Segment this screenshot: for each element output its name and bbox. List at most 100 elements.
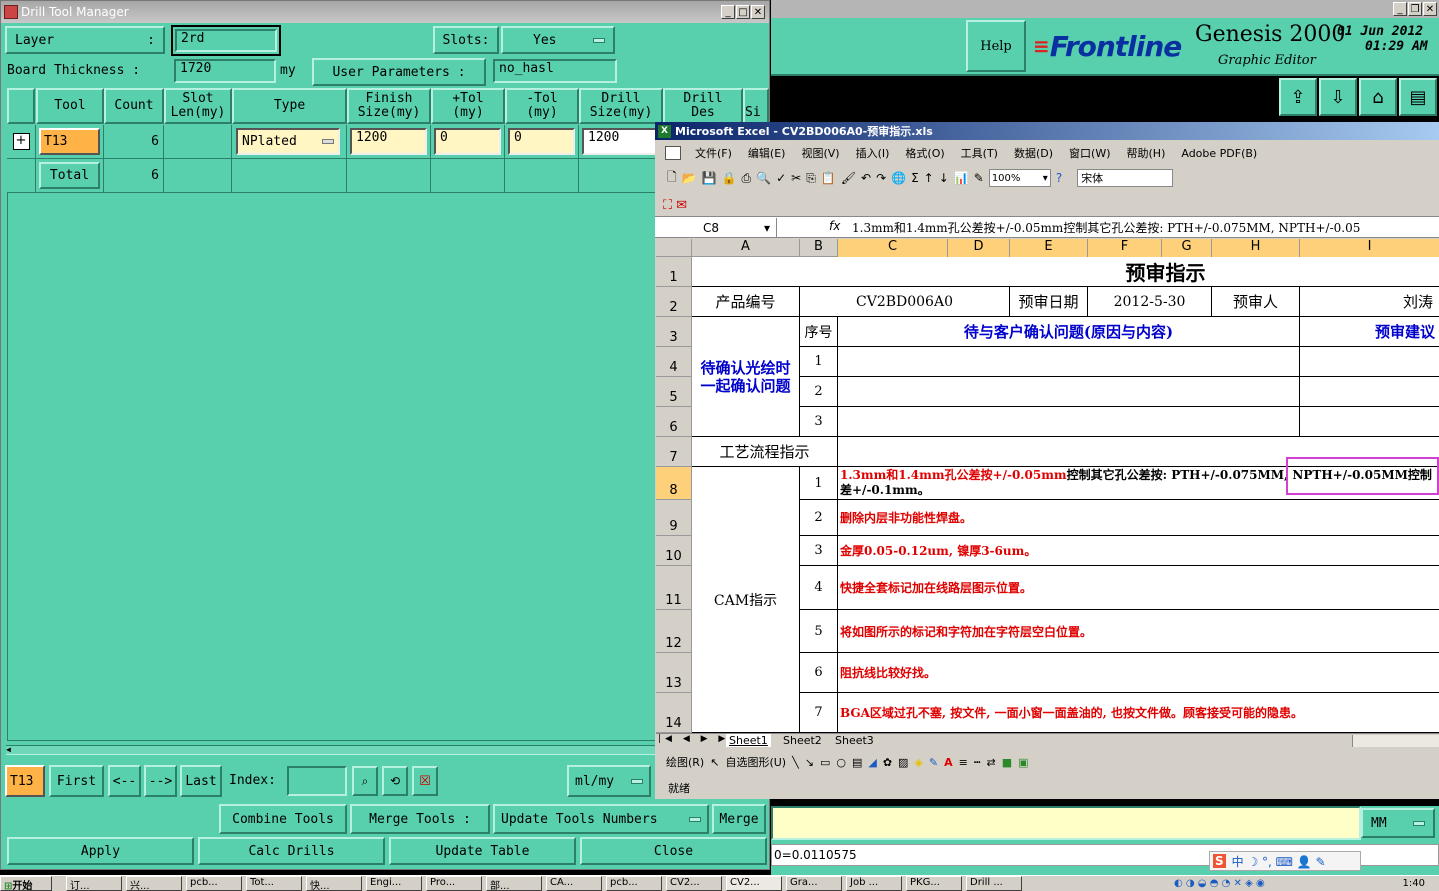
select-objects-icon[interactable]: ↖ [710, 756, 719, 769]
confirm-suggest-2[interactable] [1300, 377, 1439, 407]
paste-icon[interactable]: 📋 [821, 171, 836, 185]
last-button[interactable]: Last [180, 765, 222, 797]
cam-num-6[interactable]: 6 [800, 653, 838, 693]
cam-num-3[interactable]: 3 [800, 536, 838, 566]
mm-unit-select[interactable]: MM [1361, 808, 1435, 838]
scroll-left-icon[interactable]: ◀ [6, 746, 16, 754]
board-thickness-input[interactable]: 1720 [174, 59, 276, 83]
confirm-num-3[interactable]: 3 [800, 407, 838, 437]
copy-icon[interactable]: ⎘ [806, 171, 816, 186]
confirm-suggest-1[interactable] [1300, 347, 1439, 377]
minus-tol-input[interactable]: 0 [508, 128, 575, 155]
row-header-5[interactable]: 5 [656, 377, 692, 407]
col-header-d[interactable]: D [948, 239, 1010, 257]
col-header-i[interactable]: I [1300, 239, 1439, 257]
undo-icon[interactable]: ↶ [861, 171, 871, 185]
help-button[interactable]: Help [966, 20, 1026, 72]
restore-icon[interactable]: ❐ [1408, 2, 1422, 16]
close-icon[interactable]: ✕ [1423, 2, 1437, 16]
col-header-a[interactable]: A [692, 239, 800, 257]
process-label[interactable]: 工艺流程指示 [692, 437, 838, 467]
sheet-tab-2[interactable]: Sheet2 [780, 734, 825, 747]
update-table-button[interactable]: Update Table [389, 837, 576, 865]
taskbar-item[interactable]: Drill ... [966, 876, 1022, 891]
prev-button[interactable]: <-- [108, 765, 141, 797]
home-icon[interactable]: ⌂ [1359, 78, 1397, 116]
row-header-14[interactable]: 14 [656, 693, 692, 733]
drawing-icon[interactable]: ✎ [974, 171, 984, 185]
row-header-2[interactable]: 2 [656, 287, 692, 317]
chart-icon[interactable]: 📊 [954, 171, 969, 185]
arrow-style-icon[interactable]: ⇄ [987, 756, 996, 769]
picture-icon[interactable]: ▨ [898, 756, 908, 769]
taskbar-item[interactable]: 订... [66, 876, 122, 891]
open-icon[interactable]: 📂 [682, 171, 697, 185]
unit-select[interactable]: ml/my [567, 765, 651, 797]
row-header-12[interactable]: 12 [656, 610, 692, 653]
close-icon[interactable]: ✕ [751, 5, 765, 19]
menu-edit[interactable]: 编辑(E) [740, 145, 794, 161]
taskbar-item[interactable]: PKG... [906, 876, 962, 891]
taskbar-item[interactable]: pcb... [186, 876, 242, 891]
review-date-label[interactable]: 预审日期 [1010, 287, 1088, 317]
line-icon[interactable]: ╲ [792, 756, 799, 769]
cam-num-7[interactable]: 7 [800, 693, 838, 733]
ime-mode-icon[interactable]: 中 ☽ °, ⌨ 👤 ✎ [1232, 853, 1326, 870]
pdf-convert-icon[interactable]: ⛶ [663, 198, 672, 213]
confirm-num-1[interactable]: 1 [800, 347, 838, 377]
col-header-c[interactable]: C [838, 239, 948, 257]
row-header-4[interactable]: 4 [656, 347, 692, 377]
merge-button[interactable]: Merge [712, 804, 766, 834]
confirm-content-3[interactable] [838, 407, 1300, 437]
expand-icon[interactable]: + [12, 133, 30, 150]
refresh-icon[interactable]: ⟲ [382, 766, 408, 796]
save-icon[interactable]: ⇩ [1319, 78, 1357, 116]
open-job-icon[interactable]: ⇪ [1279, 78, 1317, 116]
textbox-icon[interactable]: ▤ [852, 756, 862, 769]
menu-file[interactable]: 文件(F) [687, 145, 740, 161]
row-header-8[interactable]: 8 [656, 467, 692, 500]
row-header-3[interactable]: 3 [656, 317, 692, 347]
dash-style-icon[interactable]: ┅ [974, 756, 981, 769]
minimize-icon[interactable]: _ [1393, 2, 1407, 16]
finish-size-input[interactable]: 1200 [350, 128, 427, 155]
row-header-7[interactable]: 7 [656, 437, 692, 467]
menu-format[interactable]: 格式(O) [897, 145, 952, 161]
cam-num-1[interactable]: 1 [800, 467, 838, 500]
layer-field[interactable]: 2rd [171, 25, 281, 56]
cam-num-4[interactable]: 4 [800, 566, 838, 610]
row-header-6[interactable]: 6 [656, 407, 692, 437]
drill-size-input[interactable]: 1200 [582, 128, 659, 155]
confirm-header[interactable]: 待与客户确认问题(原因与内容) [838, 317, 1300, 347]
update-tools-numbers-select[interactable]: Update Tools Numbers [493, 804, 709, 834]
delete-icon[interactable]: ☒ [412, 766, 438, 796]
taskbar-item[interactable]: CA... [546, 876, 602, 891]
first-button[interactable]: First [49, 765, 104, 797]
wordart-icon[interactable]: ◢ [868, 756, 876, 769]
taskbar-item[interactable]: 部... [486, 876, 542, 891]
confirm-suggest-3[interactable] [1300, 407, 1439, 437]
sheet-tab-3[interactable]: Sheet3 [832, 734, 877, 747]
row-header-13[interactable]: 13 [656, 653, 692, 693]
type-select[interactable]: NPlated [236, 128, 340, 155]
draw-menu[interactable]: 绘图(R) [666, 754, 704, 770]
cam-item-4[interactable]: 快捷全套标记加在线路层图示位置。 [838, 566, 1439, 610]
taskbar-item[interactable]: CV2... [726, 876, 782, 891]
permission-icon[interactable]: 🔒 [722, 171, 737, 185]
sort-desc-icon[interactable]: ↓ [939, 171, 949, 185]
combine-tools-button[interactable]: Combine Tools [219, 804, 347, 834]
find-icon[interactable]: ⌕ [352, 766, 378, 796]
cam-item-3[interactable]: 金厚0.05-0.12um, 镍厚3-6um。 [838, 536, 1439, 566]
col-header-g[interactable]: G [1162, 239, 1212, 257]
calc-drills-button[interactable]: Calc Drills [198, 837, 385, 865]
shadow-icon[interactable]: ■ [1002, 756, 1012, 769]
suggest-header[interactable]: 预审建议 [1300, 317, 1439, 347]
product-no-label[interactable]: 产品编号 [692, 287, 800, 317]
pdf-mail-icon[interactable]: ✉ [676, 198, 687, 213]
sort-asc-icon[interactable]: ↑ [924, 171, 934, 185]
taskbar-item[interactable]: 兴... [126, 876, 182, 891]
rectangle-icon[interactable]: ▭ [820, 756, 830, 769]
line-style-icon[interactable]: ≡ [959, 756, 968, 769]
confirm-content-2[interactable] [838, 377, 1300, 407]
menu-data[interactable]: 数据(D) [1006, 145, 1061, 161]
